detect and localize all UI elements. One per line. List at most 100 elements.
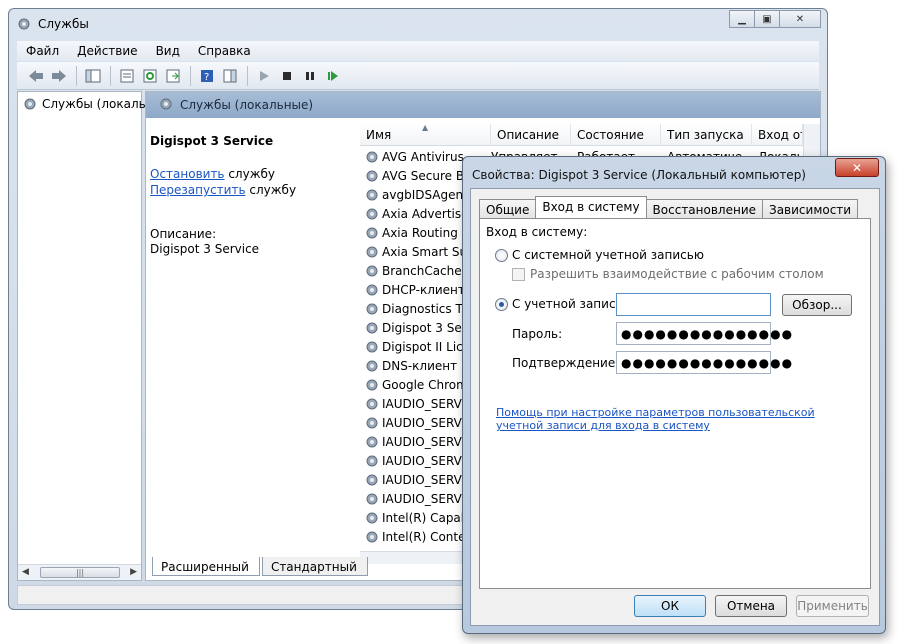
column-header-status[interactable]: Состояние <box>571 124 661 146</box>
properties-button[interactable] <box>116 65 138 87</box>
scroll-thumb[interactable]: ||| <box>40 567 120 578</box>
minimize-button[interactable]: ▁ <box>729 10 755 28</box>
service-gear-icon <box>366 531 378 543</box>
scroll-left-icon[interactable]: ◀ <box>22 567 29 577</box>
menu-action[interactable]: Действие <box>68 41 146 61</box>
tree-item-services[interactable]: Службы (локалы <box>22 96 148 112</box>
stop-service-button[interactable] <box>276 65 298 87</box>
title-bar[interactable]: Службы ▁ ▣ ✕ <box>9 9 827 39</box>
service-gear-icon <box>366 417 378 429</box>
tab-log-on[interactable]: Вход в систему <box>535 196 647 218</box>
restart-service-action: Перезапустить службу <box>150 183 296 197</box>
browse-button[interactable]: Обзор... <box>782 294 852 316</box>
stop-service-action: Остановить службу <box>150 167 275 181</box>
tree-item-label: Службы (локалы <box>42 97 149 111</box>
services-gear-icon <box>160 98 172 110</box>
forward-button[interactable] <box>48 65 70 87</box>
forward-arrow-icon <box>52 69 66 82</box>
back-button[interactable] <box>25 65 47 87</box>
service-gear-icon <box>366 265 378 277</box>
service-gear-icon <box>366 455 378 467</box>
pane-header-title: Службы (локальные) <box>180 98 314 112</box>
selected-service-name: Digispot 3 Service <box>150 134 274 148</box>
this-account-radio[interactable] <box>495 298 508 311</box>
dialog-tabs: Общие Вход в систему Восстановление Зави… <box>479 196 859 219</box>
pause-service-button[interactable] <box>299 65 321 87</box>
pane-header: Службы (локальные) <box>146 92 820 118</box>
account-help-link[interactable]: Помощь при настройке параметров пользова… <box>496 406 836 432</box>
dialog-close-button[interactable]: ✕ <box>835 158 879 177</box>
ok-button[interactable]: ОК <box>634 595 706 617</box>
local-system-account-radio[interactable] <box>495 249 508 262</box>
account-input[interactable] <box>616 293 771 316</box>
menu-help[interactable]: Справка <box>189 41 260 61</box>
column-header-log-on-as[interactable]: Вход от и <box>752 124 803 146</box>
description-label: Описание: <box>150 227 217 241</box>
tab-recovery[interactable]: Восстановление <box>645 199 763 218</box>
show-hide-action-pane-button[interactable] <box>219 65 241 87</box>
help-button[interactable]: ? <box>196 65 218 87</box>
service-gear-icon <box>366 322 378 334</box>
list-horizontal-scrollbar[interactable] <box>360 551 470 564</box>
stop-service-link[interactable]: Остановить <box>150 167 225 181</box>
column-header-startup-type[interactable]: Тип запуска <box>661 124 752 146</box>
service-gear-icon <box>366 303 378 315</box>
action-pane-icon <box>223 69 237 82</box>
column-header-name[interactable]: Имя ▲ <box>360 124 491 146</box>
start-service-button[interactable] <box>253 65 275 87</box>
svg-text:?: ? <box>204 72 209 83</box>
scroll-right-icon[interactable]: ▶ <box>130 567 137 577</box>
interact-with-desktop-checkbox[interactable] <box>512 268 525 281</box>
menu-view[interactable]: Вид <box>147 41 189 61</box>
interact-with-desktop-label: Разрешить взаимодействие с рабочим столо… <box>530 267 824 281</box>
dialog-title: Свойства: Digispot 3 Service (Локальный … <box>472 168 806 182</box>
local-system-account-label[interactable]: С системной учетной записью <box>512 248 704 262</box>
export-button[interactable] <box>162 65 184 87</box>
service-gear-icon <box>366 151 378 163</box>
service-gear-icon <box>366 512 378 524</box>
service-gear-icon <box>366 284 378 296</box>
help-icon: ? <box>201 69 213 83</box>
confirm-password-input[interactable]: ●●●●●●●●●●●●●●● <box>616 351 792 374</box>
dialog-body: Общие Вход в систему Восстановление Зави… <box>470 188 880 626</box>
sort-ascending-icon: ▲ <box>422 124 429 132</box>
service-gear-icon <box>366 398 378 410</box>
service-gear-icon <box>366 360 378 372</box>
tab-standard[interactable]: Стандартный <box>261 557 368 576</box>
restart-service-link[interactable]: Перезапустить <box>150 183 246 197</box>
back-arrow-icon <box>29 69 43 82</box>
menu-file[interactable]: Файл <box>17 41 68 61</box>
refresh-icon <box>143 69 157 82</box>
service-gear-icon <box>366 379 378 391</box>
service-gear-icon <box>366 227 378 239</box>
password-input[interactable]: ●●●●●●●●●●●●●●● <box>616 322 792 345</box>
refresh-button[interactable] <box>139 65 161 87</box>
description-text: Digispot 3 Service <box>150 242 260 256</box>
console-tree: Службы (локалы ◀ ||| ▶ <box>17 91 148 581</box>
console-tree-button[interactable] <box>82 65 104 87</box>
service-gear-icon <box>366 246 378 258</box>
toolbar: ? <box>17 62 819 90</box>
column-header-description[interactable]: Описание <box>491 124 571 146</box>
tab-general[interactable]: Общие <box>479 199 537 218</box>
tree-horizontal-scrollbar[interactable]: ◀ ||| ▶ <box>18 564 141 580</box>
pause-icon <box>306 71 314 80</box>
menu-bar: Файл Действие Вид Справка <box>17 41 819 61</box>
close-button[interactable]: ✕ <box>779 10 821 28</box>
window-title: Службы <box>38 17 89 31</box>
services-gear-icon <box>24 98 36 110</box>
restart-service-button[interactable] <box>322 65 344 87</box>
tab-dependencies[interactable]: Зависимости <box>762 199 859 218</box>
maximize-button[interactable]: ▣ <box>754 10 780 28</box>
tab-extended[interactable]: Расширенный <box>152 557 260 576</box>
service-gear-icon <box>366 436 378 448</box>
service-gear-icon <box>366 474 378 486</box>
restart-icon <box>328 70 338 81</box>
log-on-tab-page: Вход в систему: С системной учетной запи… <box>479 218 871 589</box>
view-tabs: Расширенный Стандартный <box>152 557 370 577</box>
cancel-button[interactable]: Отмена <box>715 595 787 617</box>
service-properties-dialog: Свойства: Digispot 3 Service (Локальный … <box>462 156 886 634</box>
service-gear-icon <box>366 170 378 182</box>
service-gear-icon <box>366 208 378 220</box>
apply-button[interactable]: Применить <box>796 595 869 617</box>
